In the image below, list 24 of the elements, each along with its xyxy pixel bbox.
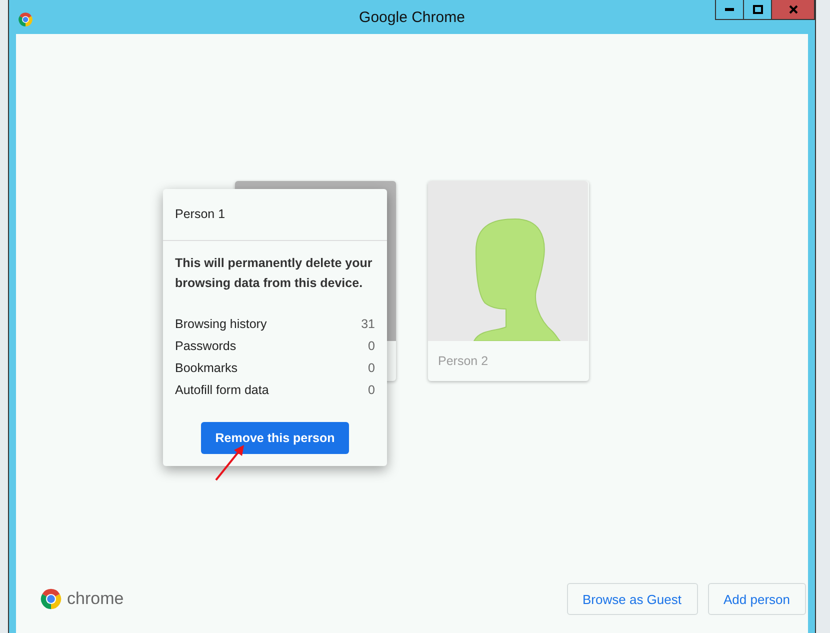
profile-name: Person 2 <box>437 353 490 370</box>
stat-label: Autofill form data <box>175 382 269 399</box>
window-title: Google Chrome <box>359 8 465 26</box>
minimize-icon <box>725 8 734 11</box>
stat-label: Passwords <box>175 338 236 355</box>
chrome-logo-icon <box>40 588 62 610</box>
brand-name: chrome <box>67 589 124 609</box>
chrome-logo-icon <box>18 12 33 27</box>
stat-count: 0 <box>368 360 375 377</box>
maximize-icon <box>752 5 762 14</box>
close-icon <box>788 5 798 14</box>
stat-count: 0 <box>368 382 375 399</box>
stat-count: 0 <box>368 338 375 355</box>
profile-card[interactable]: Person 2 <box>428 181 589 381</box>
warning-message: This will permanently delete your browsing data from this device. <box>175 255 374 292</box>
popup-title: Person 1 <box>163 189 387 241</box>
footer-button[interactable]: Add person <box>708 583 806 615</box>
close-button[interactable] <box>771 0 815 20</box>
footer-button[interactable]: Browse as Guest <box>566 583 698 615</box>
stat-count: 31 <box>361 316 375 333</box>
stat-label: Bookmarks <box>175 360 238 377</box>
remove-person-button[interactable]: Remove this person <box>201 422 349 454</box>
stat-label: Browsing history <box>175 316 267 333</box>
minimize-button[interactable] <box>715 0 744 20</box>
